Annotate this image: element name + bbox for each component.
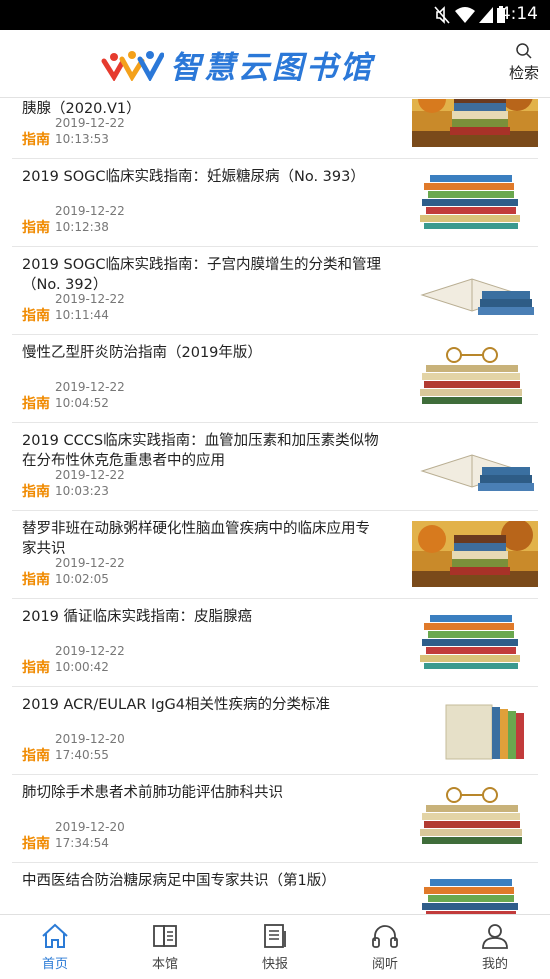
list-item[interactable]: 2019 SOGC临床实践指南：妊娠糖尿病（No. 393） 2019-12-2… [12,159,538,247]
item-date: 2019-12-20 [55,732,125,746]
news-icon [264,924,286,948]
app-title: 智慧云图书馆 [170,49,374,86]
item-thumbnail [412,169,538,235]
article-list[interactable]: NCCN临床实践指南：遗传/家族高风险评估-乳腺卵巢和胰腺（2020.V1） 2… [0,99,550,914]
nav-label: 本馆 [151,957,178,972]
item-time: 10:11:44 [55,308,109,322]
item-thumbnail [412,609,538,675]
item-tag: 指南 [22,308,50,324]
list-item[interactable]: NCCN临床实践指南：遗传/家族高风险评估-乳腺卵巢和胰腺（2020.V1） 2… [12,99,538,159]
item-time: 10:13:53 [55,132,109,146]
nav-label: 阅听 [371,957,398,972]
item-date: 2019-12-22 [55,468,125,482]
item-tag: 指南 [22,836,50,852]
item-thumbnail [412,433,538,499]
item-title: 2019 CCCS临床实践指南：血管加压素和加压素类似物在分布性休克危重患者中的… [22,433,379,469]
signal-icon [479,7,493,23]
logo-people-icon [101,51,164,81]
mute-icon [434,6,450,24]
item-title: 肺切除手术患者术前肺功能评估肺科共识 [22,785,283,801]
search-button[interactable]: 检索 [506,42,542,83]
list-item[interactable]: 中西医结合防治糖尿病足中国专家共识（第1版） [12,863,538,914]
item-title: 2019 SOGC临床实践指南：子宫内膜增生的分类和管理（No. 392） [22,257,381,293]
list-item[interactable]: 2019 循证临床实践指南：皮脂腺癌 2019-12-22 指南 10:00:4… [12,599,538,687]
item-time: 17:34:54 [55,836,109,850]
item-tag: 指南 [22,748,50,764]
wifi-icon [455,7,475,23]
item-title: 替罗非班在动脉粥样硬化性脑血管疾病中的临床应用专家共识 [22,521,370,557]
item-title: 2019 ACR/EULAR IgG4相关性疾病的分类标准 [22,697,330,713]
nav-label: 我的 [481,957,508,972]
item-thumbnail [412,785,538,851]
nav-profile[interactable]: 我的 [440,915,550,979]
item-tag: 指南 [22,572,50,588]
item-date: 2019-12-22 [55,204,125,218]
list-item[interactable]: 替罗非班在动脉粥样硬化性脑血管疾病中的临床应用专家共识 2019-12-22 指… [12,511,538,599]
item-thumbnail [412,99,538,147]
nav-listen[interactable]: 阅听 [330,915,440,979]
nav-home[interactable]: 首页 [0,915,110,979]
item-title: 中西医结合防治糖尿病足中国专家共识（第1版） [22,873,336,889]
item-title: 慢性乙型肝炎防治指南（2019年版） [22,345,262,361]
nav-label: 首页 [41,957,68,972]
nav-label: 快报 [261,957,288,972]
item-tag: 指南 [22,220,50,236]
list-item[interactable]: 肺切除手术患者术前肺功能评估肺科共识 2019-12-20 指南 17:34:5… [12,775,538,863]
home-icon [42,923,68,948]
app-logo: 智慧云图书馆 [100,42,374,86]
item-thumbnail [412,873,538,914]
item-time: 10:03:23 [55,484,109,498]
article-list-inner: NCCN临床实践指南：遗传/家族高风险评估-乳腺卵巢和胰腺（2020.V1） 2… [0,99,550,914]
item-date: 2019-12-22 [55,380,125,394]
item-thumbnail [412,697,538,763]
bottom-nav: 首页 本馆 快报 阅听 我的 [0,914,550,979]
item-date: 2019-12-20 [55,820,125,834]
headphones-icon [372,925,398,948]
item-time: 10:00:42 [55,660,109,674]
list-item[interactable]: 慢性乙型肝炎防治指南（2019年版） 2019-12-22 指南 10:04:5… [12,335,538,423]
item-thumbnail [412,521,538,587]
nav-library[interactable]: 本馆 [110,915,220,979]
item-tag: 指南 [22,660,50,676]
item-time: 10:12:38 [55,220,109,234]
item-thumbnail [412,345,538,411]
item-thumbnail [412,257,538,323]
item-tag: 指南 [22,132,50,148]
item-date: 2019-12-22 [55,644,125,658]
search-icon [516,43,532,59]
clock: 4:14 [499,4,538,24]
item-date: 2019-12-22 [55,292,125,306]
nav-news[interactable]: 快报 [220,915,330,979]
library-icon [153,925,177,947]
list-item[interactable]: 2019 SOGC临床实践指南：子宫内膜增生的分类和管理（No. 392） 20… [12,247,538,335]
search-label: 检索 [508,64,539,82]
user-icon [482,924,508,949]
item-time: 17:40:55 [55,748,109,762]
item-date: 2019-12-22 [55,556,125,570]
item-title: 2019 循证临床实践指南：皮脂腺癌 [22,609,253,625]
item-time: 10:02:05 [55,572,109,586]
item-tag: 指南 [22,484,50,500]
list-item[interactable]: 2019 ACR/EULAR IgG4相关性疾病的分类标准 2019-12-20… [12,687,538,775]
item-date: 2019-12-22 [55,116,125,130]
status-bar: 4:14 [0,0,550,30]
item-time: 10:04:52 [55,396,109,410]
list-item[interactable]: 2019 CCCS临床实践指南：血管加压素和加压素类似物在分布性休克危重患者中的… [12,423,538,511]
item-title: 2019 SOGC临床实践指南：妊娠糖尿病（No. 393） [22,169,365,185]
item-tag: 指南 [22,396,50,412]
app-header: 智慧云图书馆 检索 [0,30,550,98]
